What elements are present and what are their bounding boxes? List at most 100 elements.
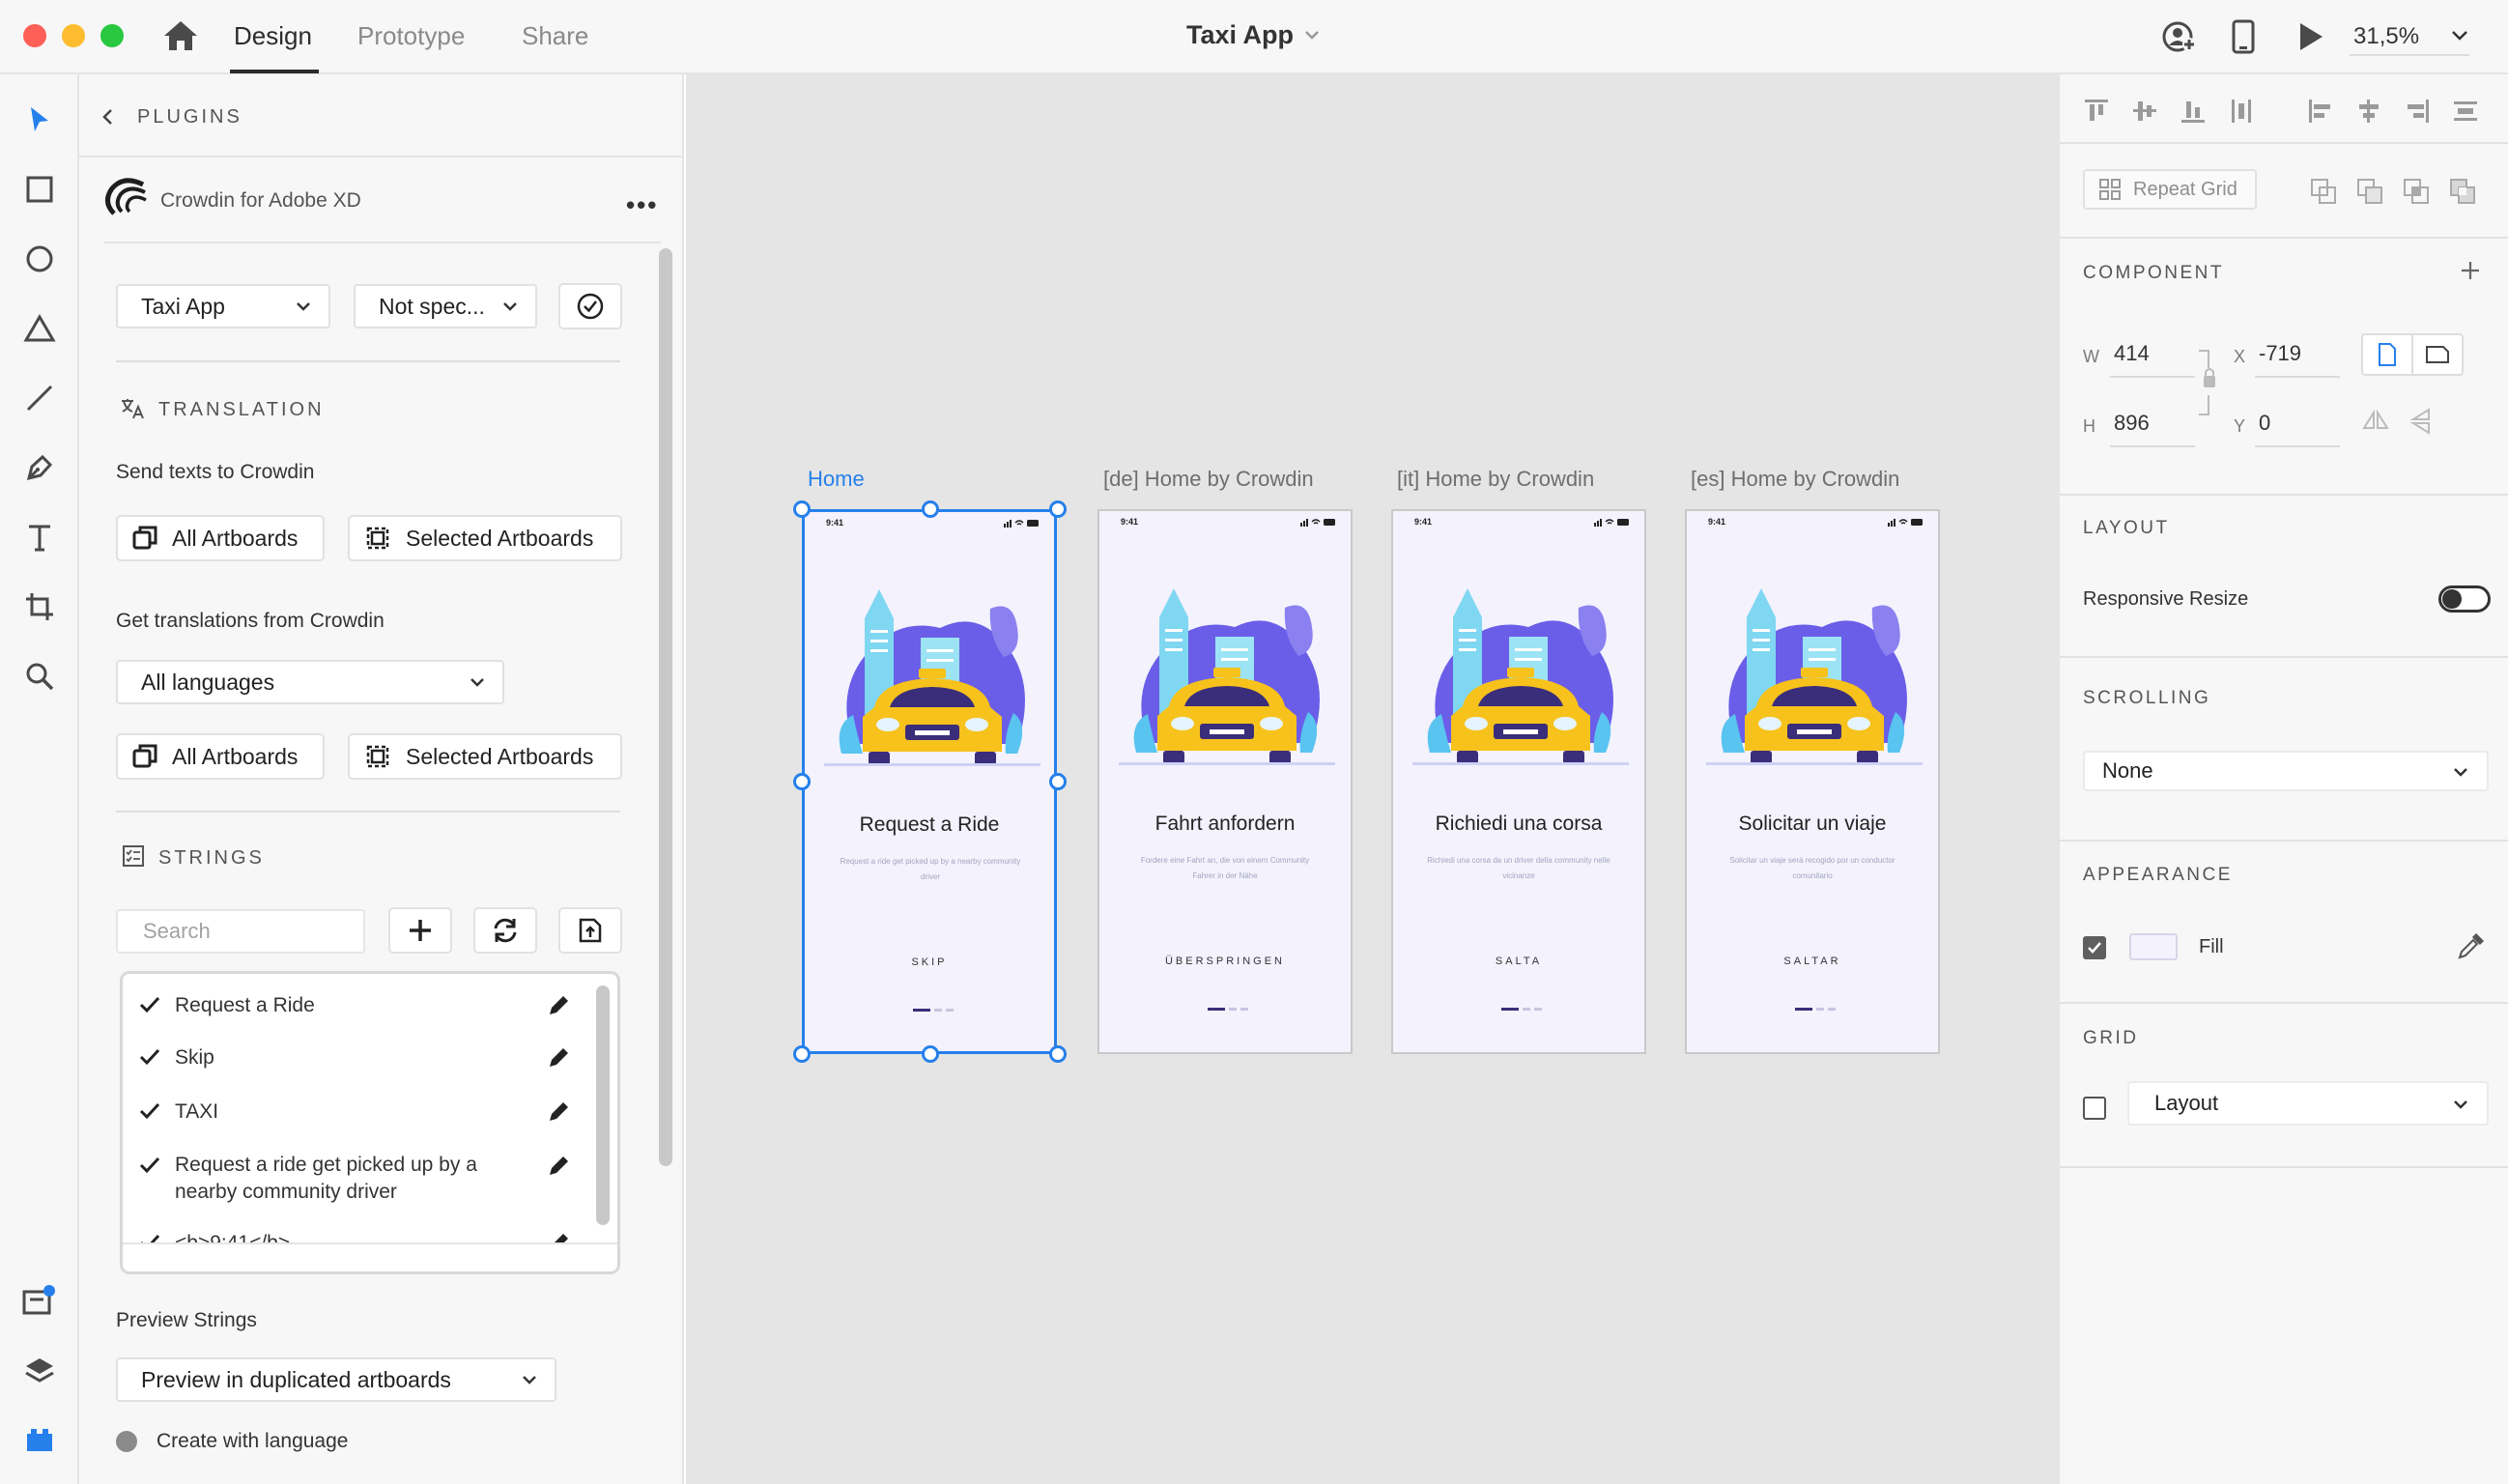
eyedropper-icon[interactable] (2456, 932, 2485, 961)
boolean-intersect-icon[interactable] (2402, 177, 2431, 206)
chevron-down-icon[interactable] (1304, 29, 1320, 41)
send-all-artboards-button[interactable]: All Artboards (116, 515, 325, 561)
document-title[interactable]: Taxi App (1186, 20, 1294, 50)
artboard-title: Fahrt anfordern (1154, 813, 1296, 835)
responsive-resize-toggle[interactable] (2438, 585, 2491, 613)
plugins-panel-icon[interactable] (21, 1421, 58, 1458)
send-selected-artboards-button[interactable]: Selected Artboards (348, 515, 622, 561)
strings-scrollbar[interactable] (596, 985, 610, 1225)
edit-pencil-icon[interactable] (546, 993, 571, 1018)
tab-prototype[interactable]: Prototype (357, 21, 465, 51)
distribute-horizontal-icon[interactable] (2452, 98, 2479, 125)
boolean-add-icon[interactable] (2309, 177, 2338, 206)
invite-user-icon[interactable] (2162, 19, 2197, 54)
get-all-artboards-button[interactable]: All Artboards (116, 733, 325, 780)
home-icon[interactable] (162, 19, 199, 52)
grid-checkbox[interactable] (2083, 1097, 2106, 1120)
resize-handle[interactable] (793, 773, 811, 790)
device-preview-icon[interactable] (2232, 19, 2255, 54)
edit-pencil-icon[interactable] (546, 1099, 571, 1125)
align-center-icon[interactable] (2355, 98, 2382, 125)
width-input[interactable]: 414 (2114, 341, 2150, 366)
artboard-label[interactable]: [de] Home by Crowdin (1103, 467, 1314, 492)
select-tool-icon[interactable] (21, 101, 58, 138)
project-select[interactable]: Taxi App (116, 284, 330, 328)
align-top-icon[interactable] (2083, 98, 2110, 125)
close-window-button[interactable] (23, 24, 46, 47)
back-chevron-icon[interactable] (100, 107, 114, 127)
artboard-label[interactable]: [it] Home by Crowdin (1397, 467, 1594, 492)
artboard-label[interactable]: Home (808, 467, 865, 492)
panel-scrollbar[interactable] (659, 248, 672, 1166)
portrait-orientation-button[interactable] (2361, 333, 2413, 376)
ellipse-tool-icon[interactable] (21, 241, 58, 277)
refresh-strings-button[interactable] (473, 907, 537, 954)
resize-handle[interactable] (1049, 773, 1067, 790)
create-with-language-radio[interactable] (116, 1431, 137, 1452)
design-canvas[interactable]: Home 9:41 Request a Ride Request a ride … (686, 74, 2058, 1484)
y-input[interactable]: 0 (2259, 411, 2270, 436)
edit-pencil-icon[interactable] (546, 1045, 571, 1070)
text-tool-icon[interactable] (21, 519, 58, 556)
height-input[interactable]: 896 (2114, 411, 2150, 436)
maximize-window-button[interactable] (100, 24, 124, 47)
align-middle-icon[interactable] (2131, 98, 2158, 125)
string-item[interactable]: Skip (123, 1042, 588, 1078)
assets-panel-icon[interactable] (21, 1282, 58, 1319)
add-string-button[interactable] (388, 907, 452, 954)
strings-search-input[interactable]: Search (116, 909, 365, 954)
tab-design[interactable]: Design (234, 21, 312, 51)
get-selected-artboards-button[interactable]: Selected Artboards (348, 733, 622, 780)
string-item[interactable]: TAXI (123, 1096, 588, 1132)
language-select[interactable]: Not spec... (354, 284, 537, 328)
add-component-icon[interactable] (2460, 260, 2481, 281)
artboard-es[interactable]: 9:41 Solicitar un viaje Solicitar un via… (1685, 509, 1940, 1054)
fill-checkbox[interactable] (2083, 936, 2106, 959)
artboard-tool-icon[interactable] (21, 588, 58, 625)
resize-handle[interactable] (793, 1045, 811, 1063)
languages-select[interactable]: All languages (116, 660, 504, 704)
boolean-exclude-icon[interactable] (2448, 177, 2477, 206)
artboard-it[interactable]: 9:41 Richiedi una corsa Richiedi una cor… (1391, 509, 1646, 1054)
string-item[interactable]: Request a ride get picked up by a nearby… (123, 1148, 588, 1212)
distribute-vertical-icon[interactable] (2228, 98, 2255, 125)
rectangle-tool-icon[interactable] (21, 171, 58, 208)
resize-handle[interactable] (922, 1045, 939, 1063)
preview-mode-select[interactable]: Preview in duplicated artboards (116, 1357, 556, 1402)
chevron-down-icon[interactable] (2450, 29, 2469, 43)
pen-tool-icon[interactable] (21, 449, 58, 486)
layers-panel-icon[interactable] (21, 1352, 58, 1388)
scrolling-select[interactable]: None (2083, 751, 2489, 791)
repeat-grid-button[interactable]: Repeat Grid (2083, 169, 2257, 210)
fill-color-swatch[interactable] (2129, 933, 2178, 960)
align-right-icon[interactable] (2404, 98, 2431, 125)
line-tool-icon[interactable] (21, 380, 58, 416)
lock-aspect-icon[interactable] (2195, 347, 2222, 418)
resize-handle[interactable] (1049, 1045, 1067, 1063)
resize-handle[interactable] (922, 500, 939, 518)
flip-horizontal-icon[interactable] (2361, 409, 2390, 434)
polygon-tool-icon[interactable] (21, 310, 58, 347)
artboard-de[interactable]: 9:41 Fahrt anfordern Fordere eine Fahrt … (1097, 509, 1353, 1054)
zoom-level[interactable]: 31,5% (2353, 23, 2419, 50)
artboard-home[interactable]: 9:41 Request a Ride Request a ride get p… (802, 509, 1057, 1054)
more-options-button[interactable]: ••• (626, 190, 658, 220)
tab-share[interactable]: Share (522, 21, 588, 51)
artboard-label[interactable]: [es] Home by Crowdin (1691, 467, 1899, 492)
confirm-button[interactable] (558, 283, 622, 329)
resize-handle[interactable] (793, 500, 811, 518)
grid-type-select[interactable]: Layout (2127, 1081, 2489, 1126)
landscape-orientation-button[interactable] (2411, 333, 2464, 376)
zoom-tool-icon[interactable] (21, 658, 58, 695)
minimize-window-button[interactable] (62, 24, 85, 47)
align-bottom-icon[interactable] (2180, 98, 2207, 125)
boolean-subtract-icon[interactable] (2355, 177, 2384, 206)
upload-screenshot-button[interactable] (558, 907, 622, 954)
resize-handle[interactable] (1049, 500, 1067, 518)
align-left-icon[interactable] (2307, 98, 2334, 125)
flip-vertical-icon[interactable] (2409, 407, 2435, 436)
string-item[interactable]: Request a Ride (123, 987, 588, 1024)
x-input[interactable]: -719 (2259, 341, 2301, 366)
edit-pencil-icon[interactable] (546, 1154, 571, 1179)
play-preview-icon[interactable] (2297, 21, 2324, 52)
